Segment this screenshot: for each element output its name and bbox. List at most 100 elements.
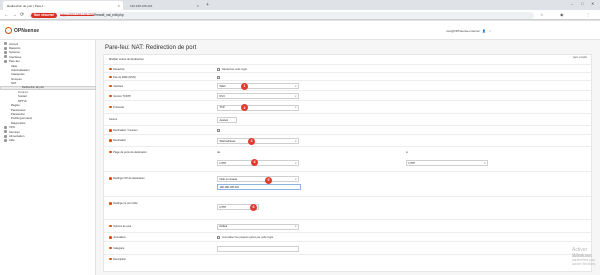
redirect-ip-input[interactable]: 192.168.105.201 bbox=[217, 184, 301, 190]
nat-form: Modifier entrée de Redirection plein com… bbox=[103, 54, 593, 272]
sidebar-icon bbox=[4, 42, 7, 46]
info-icon[interactable] bbox=[109, 84, 112, 88]
sidebar-icon bbox=[4, 46, 7, 50]
label-text: Rediriger le port cible bbox=[113, 202, 138, 205]
info-icon[interactable] bbox=[109, 150, 112, 154]
tcpip-select[interactable]: IPv4 ▾ bbox=[217, 93, 299, 99]
tab-active[interactable]: Redirection de port | Pare-f... ✕ bbox=[3, 1, 123, 10]
label-text: Version TCP/IP bbox=[113, 94, 131, 98]
row-pool: Options de pool Défaut ▾ bbox=[104, 219, 593, 232]
tab-active-title: Redirection de port | Pare-f... bbox=[7, 3, 46, 8]
browser-tabbar: Redirection de port | Pare-f... ✕ 192.16… bbox=[0, 0, 600, 10]
dest-invert-checkbox[interactable] bbox=[217, 129, 220, 132]
info-icon[interactable] bbox=[109, 236, 112, 239]
sidebar-icon bbox=[4, 55, 7, 59]
url-path: /firewall_nat_edit.php bbox=[93, 13, 124, 17]
label-interface: Interface bbox=[109, 85, 123, 88]
row-description: Description bbox=[104, 254, 593, 262]
back-icon[interactable]: ← bbox=[4, 12, 9, 18]
minimize-icon[interactable]: – bbox=[571, 1, 573, 6]
sidebar-item[interactable]: Aide bbox=[4, 138, 15, 142]
select-value: HTTP bbox=[219, 205, 227, 209]
button-label: Avancé bbox=[219, 118, 229, 122]
info-icon[interactable] bbox=[109, 139, 112, 142]
info-icon[interactable] bbox=[109, 246, 112, 250]
sidebar-icon bbox=[4, 50, 7, 54]
row-desactive: Désactivé Désactiver cette règle bbox=[104, 64, 593, 72]
star-icon[interactable]: ☆ bbox=[540, 12, 544, 18]
chevron-down-icon: ▾ bbox=[295, 225, 297, 228]
user-menu[interactable]: root@OPNsense.internal 👤 ⌕ bbox=[446, 29, 491, 33]
logo-text: OPNsense bbox=[14, 27, 40, 34]
advanced-toggle[interactable]: plein compilé bbox=[573, 56, 587, 59]
reload-icon[interactable]: ⟳ bbox=[20, 12, 24, 18]
not-secure-badge[interactable]: Non sécurisé bbox=[31, 12, 58, 18]
row-dest-invert: Destination / Inverser bbox=[104, 125, 593, 134]
windows-activation-sub: Accédez aux paramètres pour activer Wind… bbox=[572, 254, 597, 266]
url-field[interactable]: Non sécurisé https://192.168.105.254 /fi… bbox=[29, 11, 534, 19]
tab-inactive[interactable]: 192.168.105.201 ✕ bbox=[126, 1, 202, 10]
sidebar-icon bbox=[4, 134, 7, 138]
sidebar-icon bbox=[4, 59, 7, 63]
dest-port-from-select[interactable]: HTTP ▾ bbox=[217, 160, 299, 166]
sidebar-item-label: Redirection de port bbox=[22, 86, 44, 90]
row-interface: Interface WAN ▾ 1 bbox=[104, 80, 593, 90]
annotation-badge-6: 6 bbox=[250, 203, 257, 211]
sidebar-item[interactable]: Redirection de port bbox=[0, 85, 96, 90]
no-rdr-checkbox[interactable] bbox=[217, 75, 220, 79]
label-no-rdr: Pas de RDR (NON) bbox=[109, 76, 136, 79]
info-icon[interactable] bbox=[109, 224, 112, 228]
annotation-badge-5: 5 bbox=[265, 176, 272, 184]
app-topbar: OPNsense root@OPNsense.internal 👤 ⌕ bbox=[0, 21, 600, 40]
forward-icon[interactable]: → bbox=[12, 12, 17, 18]
interface-select[interactable]: WAN ▾ bbox=[217, 83, 299, 89]
page-title: Pare-feu: NAT: Redirection de port bbox=[105, 45, 197, 51]
close-icon[interactable]: ✕ bbox=[196, 4, 199, 8]
info-icon[interactable] bbox=[109, 202, 112, 205]
search-icon[interactable]: ⌕ bbox=[489, 29, 491, 33]
close-icon[interactable]: ✕ bbox=[117, 4, 120, 8]
close-window-icon[interactable]: ✕ bbox=[591, 1, 594, 6]
sidebar-icon bbox=[4, 125, 7, 129]
chevron-down-icon: ▾ bbox=[484, 161, 486, 165]
row-redirect-ip: Rediriger l'IP de destination Hôte ou ré… bbox=[104, 171, 593, 196]
protocol-select[interactable]: TCP ▾ bbox=[217, 104, 299, 111]
info-icon[interactable] bbox=[109, 75, 112, 79]
info-icon[interactable] bbox=[109, 177, 112, 180]
chevron-down-icon: ▾ bbox=[295, 161, 297, 165]
select-value: Hôte ou réseau bbox=[219, 177, 238, 181]
pool-select[interactable]: Défaut ▾ bbox=[217, 223, 299, 230]
chevron-down-icon: ▾ bbox=[295, 106, 297, 109]
label-text: Journaliser bbox=[113, 236, 126, 239]
sidebar-icon bbox=[4, 138, 7, 142]
profile-icon[interactable]: ◉ bbox=[560, 12, 564, 18]
redirect-type-select[interactable]: Hôte ou réseau ▾ bbox=[217, 176, 299, 182]
label-dest-port: Plage de ports de destination bbox=[109, 151, 147, 154]
info-icon[interactable] bbox=[109, 105, 112, 109]
sidebar: Accueil Rapports Système Interfaces Pare-feu… bbox=[0, 40, 96, 275]
opnsense-logo[interactable]: OPNsense bbox=[5, 27, 39, 34]
maximize-icon[interactable]: □ bbox=[581, 1, 583, 6]
info-icon[interactable] bbox=[109, 94, 112, 98]
disable-checkbox[interactable] bbox=[217, 67, 220, 71]
source-advanced-button[interactable]: Avancé bbox=[217, 117, 237, 123]
select-value: TCP bbox=[219, 106, 225, 109]
category-input[interactable] bbox=[217, 245, 299, 252]
input-value: 192.168.105.201 bbox=[219, 185, 239, 189]
info-icon[interactable] bbox=[109, 67, 112, 71]
log-checkbox[interactable] bbox=[217, 236, 220, 239]
annotation-badge-3: 3 bbox=[248, 137, 255, 145]
info-icon[interactable] bbox=[109, 257, 112, 261]
label-text: Destination / Inverser bbox=[113, 129, 138, 132]
label-text: Plage de ports de destination bbox=[113, 150, 147, 154]
dest-port-to-select[interactable]: HTTP ▾ bbox=[406, 160, 488, 166]
label-tcpip: Version TCP/IP bbox=[109, 95, 131, 98]
menu-icon[interactable]: ⋮ bbox=[586, 12, 590, 18]
select-value: Défaut bbox=[219, 225, 228, 228]
label-category: Catégorie bbox=[109, 247, 124, 250]
destination-select[interactable]: WAN adresse ▾ bbox=[217, 138, 299, 144]
label-source: Source bbox=[109, 118, 117, 121]
info-icon[interactable] bbox=[109, 129, 112, 132]
new-tab-icon[interactable]: + bbox=[206, 2, 209, 8]
label-redirect-ip: Rediriger l'IP de destination bbox=[109, 177, 145, 180]
